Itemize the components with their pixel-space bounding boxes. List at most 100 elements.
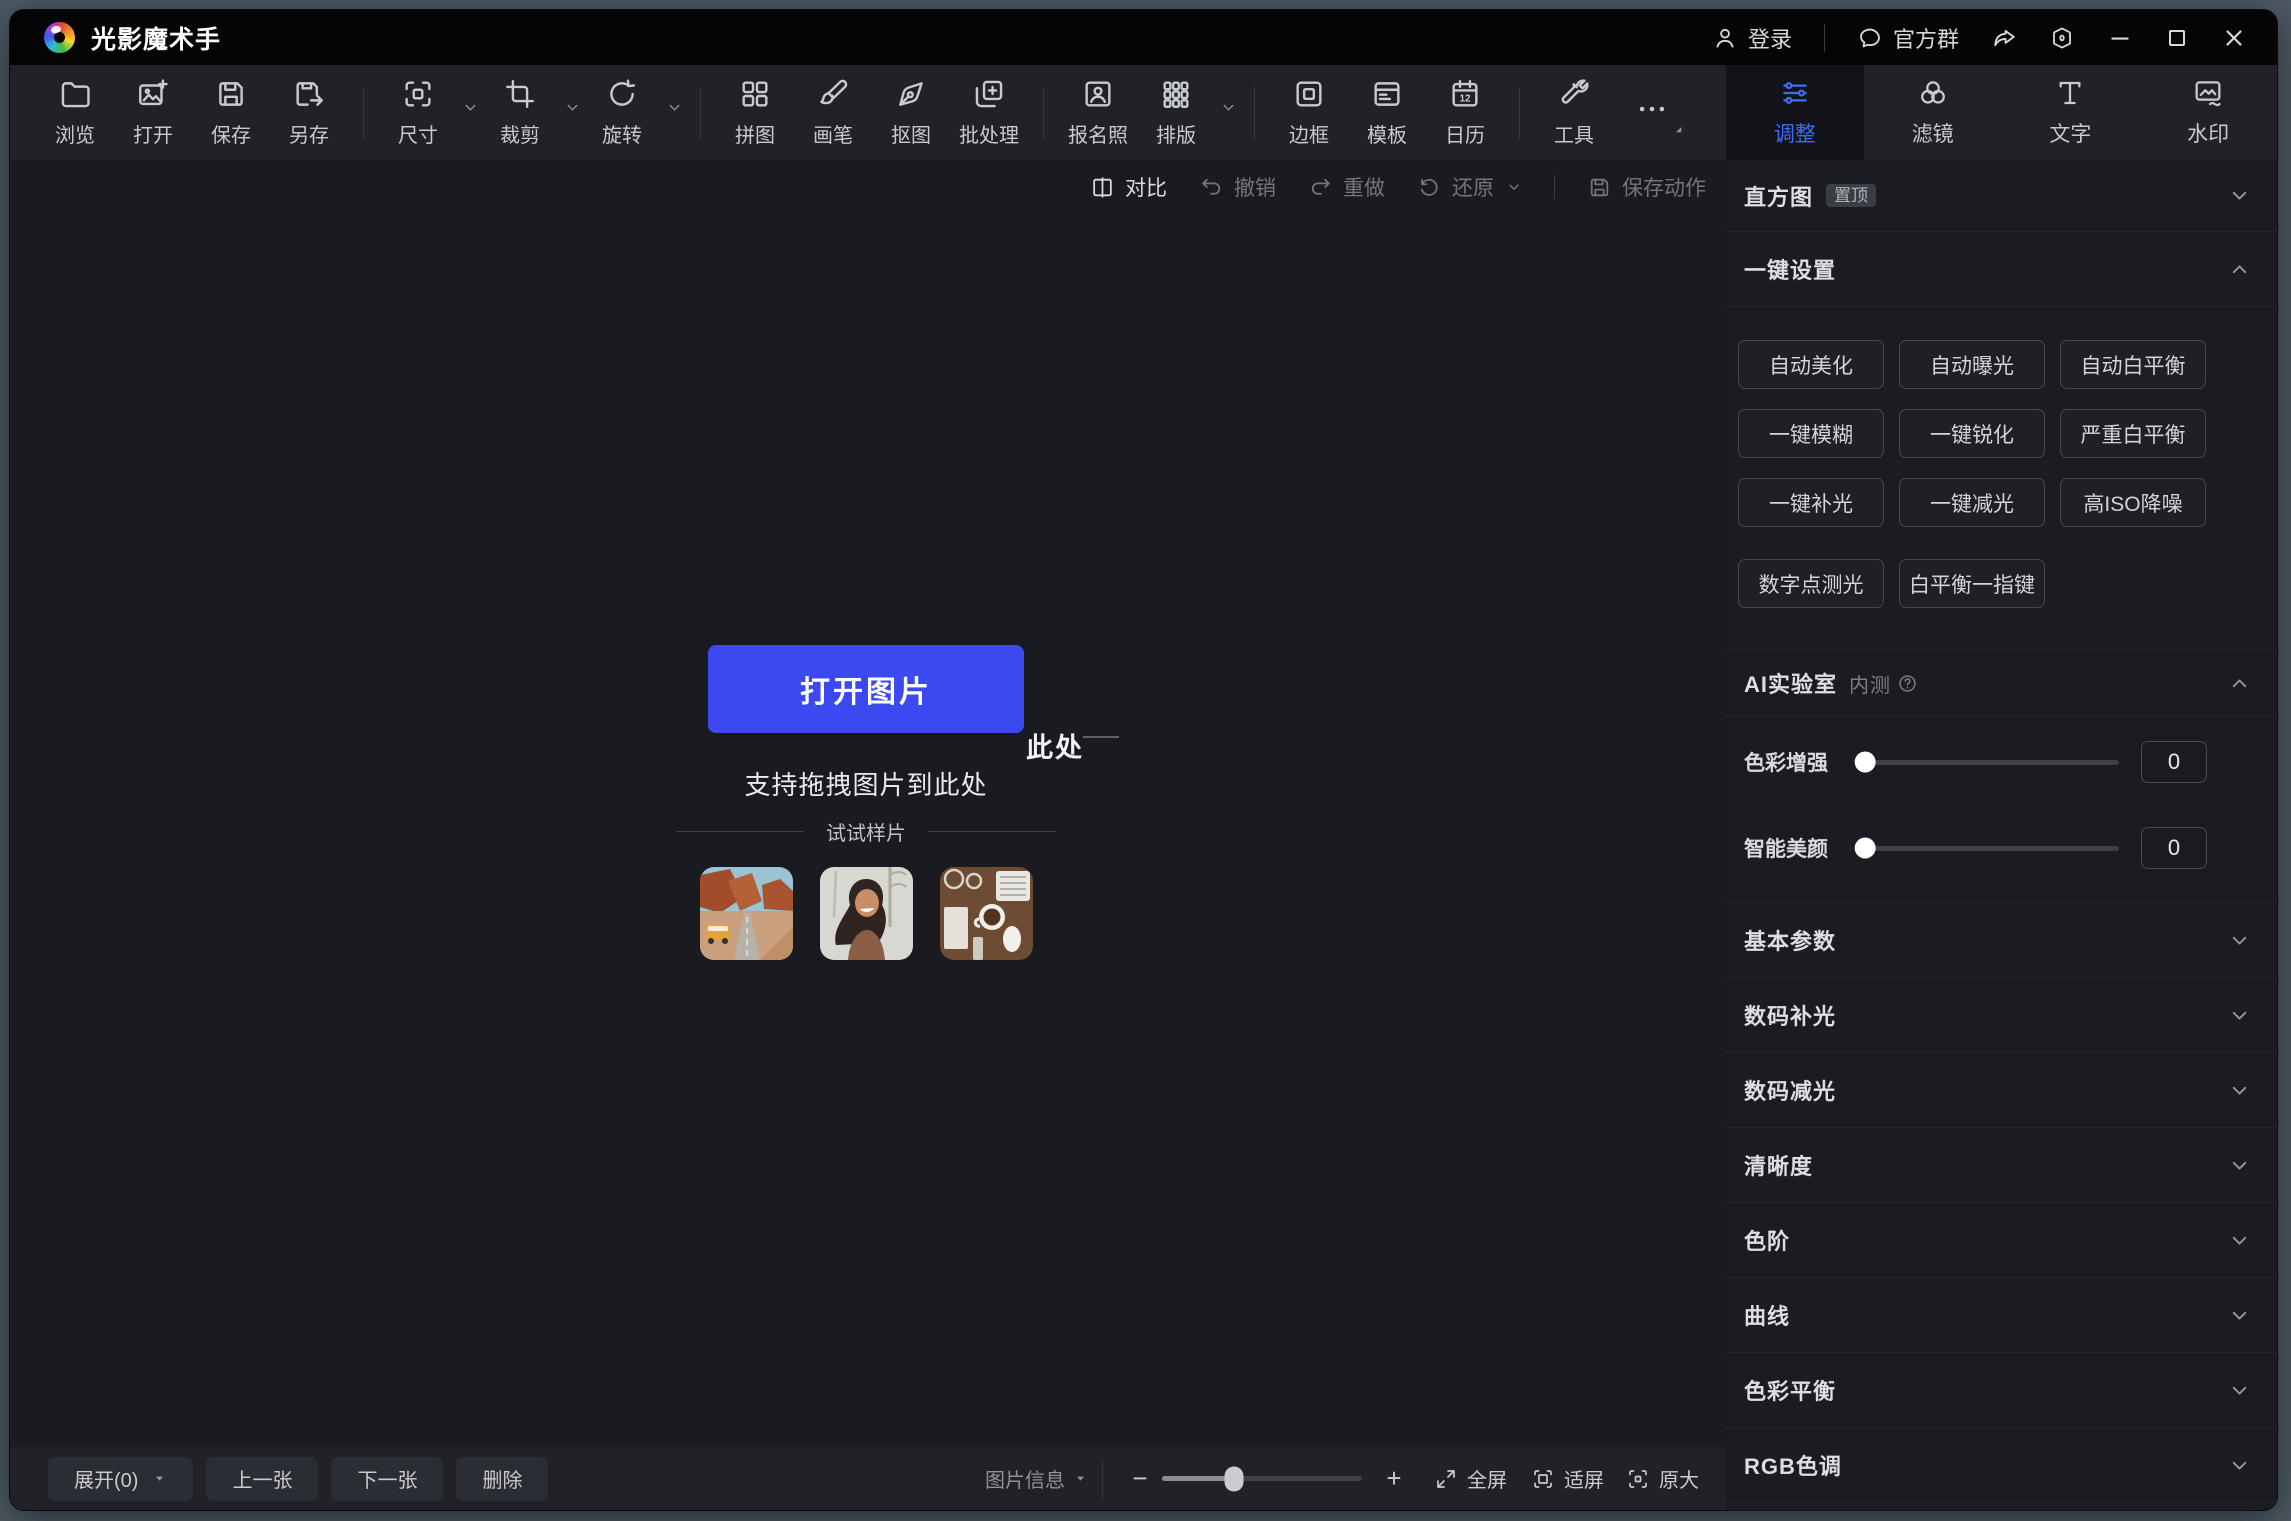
color-enhance-slider[interactable] — [1862, 760, 2119, 765]
auto-white-balance-button[interactable]: 自动白平衡 — [2060, 340, 2206, 389]
chevron-up-icon[interactable] — [2228, 672, 2251, 695]
chevron-down-icon[interactable] — [666, 99, 683, 116]
login-button[interactable]: 登录 — [1712, 22, 1792, 54]
official-group-button[interactable]: 官方群 — [1857, 22, 1959, 54]
toolbar-size-button[interactable]: 尺寸 — [379, 77, 457, 148]
toolbar-tools-button[interactable]: 工具 — [1535, 77, 1613, 148]
auto-exposure-button[interactable]: 自动曝光 — [1899, 340, 2045, 389]
auto-beautify-button[interactable]: 自动美化 — [1738, 340, 1884, 389]
toolbar-crop-button[interactable]: 裁剪 — [481, 77, 559, 148]
save-action-button[interactable]: 保存动作 — [1587, 172, 1706, 202]
toolbar-cutout-button[interactable]: 抠图 — [872, 77, 950, 148]
chevron-down-icon[interactable] — [2228, 184, 2251, 207]
one-key-sharpen-button[interactable]: 一键锐化 — [1899, 409, 2045, 458]
toolbar-more-button[interactable] — [1613, 92, 1691, 134]
severe-white-balance-button[interactable]: 严重白平衡 — [2060, 409, 2206, 458]
previous-image-button[interactable]: 上一张 — [206, 1457, 318, 1501]
next-image-button[interactable]: 下一张 — [331, 1457, 443, 1501]
toolbar-batch-button[interactable]: 批处理 — [950, 77, 1028, 148]
chevron-down-icon[interactable] — [1506, 179, 1522, 195]
zoom-slider[interactable] — [1162, 1476, 1362, 1481]
toolbar-save-button[interactable]: 保存 — [192, 77, 270, 148]
original-size-button[interactable]: 原大 — [1626, 1464, 1699, 1493]
compare-button[interactable]: 对比 — [1090, 172, 1167, 202]
image-info-button[interactable]: 图片信息 — [985, 1464, 1088, 1493]
fullscreen-icon — [1434, 1467, 1458, 1491]
close-button[interactable] — [2221, 25, 2247, 51]
toolbar-layout-button[interactable]: 排版 — [1137, 77, 1215, 148]
sample-desert-van[interactable] — [700, 867, 793, 960]
share-icon[interactable] — [1991, 25, 2017, 51]
one-key-blur-button[interactable]: 一键模糊 — [1738, 409, 1884, 458]
zoom-slider-handle[interactable] — [1225, 1466, 1244, 1491]
maximize-button[interactable] — [2165, 26, 2189, 50]
toolbar-browse-button[interactable]: 浏览 — [36, 77, 114, 148]
color-enhance-value[interactable]: 0 — [2141, 741, 2207, 783]
open-image-button[interactable]: 打开图片 — [708, 645, 1024, 733]
chevron-down-icon[interactable] — [2228, 1304, 2251, 1327]
settings-icon[interactable] — [2049, 25, 2075, 51]
chevron-down-icon[interactable] — [2228, 1229, 2251, 1252]
toolbar-label: 旋转 — [602, 119, 642, 148]
chevron-down-icon[interactable] — [2228, 1379, 2251, 1402]
tab-adjust[interactable]: 调整 — [1726, 65, 1864, 160]
white-balance-one-key-button[interactable]: 白平衡一指键 — [1899, 559, 2045, 608]
histogram-section-header[interactable]: 直方图 置顶 — [1726, 160, 2277, 232]
chevron-down-icon[interactable] — [2228, 1079, 2251, 1102]
high-iso-denoise-button[interactable]: 高ISO降噪 — [2060, 478, 2206, 527]
chevron-down-icon[interactable] — [2228, 1004, 2251, 1027]
toolbar-calendar-button[interactable]: 12日历 — [1426, 77, 1504, 148]
delete-image-button[interactable]: 删除 — [456, 1457, 548, 1501]
section-header-digital-fill-light[interactable]: 数码补光 — [1726, 978, 2277, 1053]
one-key-section-header[interactable]: 一键设置 — [1726, 232, 2277, 307]
zoom-in-button[interactable]: + — [1382, 1463, 1406, 1494]
pen-nib-icon — [894, 77, 928, 111]
section-header-rgb-tone[interactable]: RGB色调 — [1726, 1428, 2277, 1503]
chevron-down-icon[interactable] — [1220, 99, 1237, 116]
fit-screen-button[interactable]: 适屏 — [1531, 1464, 1604, 1493]
zoom-out-button[interactable]: − — [1128, 1463, 1152, 1494]
tab-watermark[interactable]: 水印 — [2139, 65, 2277, 160]
tab-filter[interactable]: 滤镜 — [1864, 65, 2002, 160]
sample-portrait-woman[interactable] — [820, 867, 913, 960]
section-header-digital-reduce-light[interactable]: 数码减光 — [1726, 1053, 2277, 1128]
section-header-basic-params[interactable]: 基本参数 — [1726, 903, 2277, 978]
section-header-clarity[interactable]: 清晰度 — [1726, 1128, 2277, 1203]
color-enhance-slider-handle[interactable] — [1855, 752, 1876, 773]
smart-beauty-value[interactable]: 0 — [2141, 827, 2207, 869]
chevron-down-icon[interactable] — [462, 99, 479, 116]
undo-button[interactable]: 撤销 — [1199, 172, 1276, 202]
redo-button[interactable]: 重做 — [1308, 172, 1385, 202]
smart-beauty-slider[interactable] — [1862, 846, 2119, 851]
chevron-down-icon[interactable] — [2228, 929, 2251, 952]
ai-lab-section-header[interactable]: AI实验室 内测 — [1726, 650, 2277, 717]
toolbar-brush-button[interactable]: 画笔 — [794, 77, 872, 148]
chevron-down-icon[interactable] — [564, 99, 581, 116]
toolbar-border-button[interactable]: 边框 — [1270, 77, 1348, 148]
smart-beauty-slider-handle[interactable] — [1855, 838, 1876, 859]
toolbar-collage-button[interactable]: 拼图 — [716, 77, 794, 148]
expand-thumbnails-button[interactable]: 展开(0) — [48, 1457, 193, 1501]
restore-label: 还原 — [1452, 172, 1494, 202]
section-header-color-balance[interactable]: 色彩平衡 — [1726, 1353, 2277, 1428]
toolbar-open-button[interactable]: 打开 — [114, 77, 192, 148]
toolbar-template-button[interactable]: 模板 — [1348, 77, 1426, 148]
toolbar-save-as-button[interactable]: 另存 — [270, 77, 348, 148]
titlebar: 光影魔术手 登录 官方群 — [10, 10, 2277, 65]
toolbar-rotate-button[interactable]: 旋转 — [583, 77, 661, 148]
restore-button[interactable]: 还原 — [1417, 172, 1522, 202]
sample-desk-flatlay[interactable] — [940, 867, 1033, 960]
one-key-fill-light-button[interactable]: 一键补光 — [1738, 478, 1884, 527]
digital-spot-metering-button[interactable]: 数字点测光 — [1738, 559, 1884, 608]
section-header-curves[interactable]: 曲线 — [1726, 1278, 2277, 1353]
minimize-button[interactable] — [2107, 25, 2133, 51]
fullscreen-button[interactable]: 全屏 — [1434, 1464, 1507, 1493]
tab-text[interactable]: 文字 — [2002, 65, 2140, 160]
chevron-up-icon[interactable] — [2228, 258, 2251, 281]
chevron-down-icon[interactable] — [2228, 1454, 2251, 1477]
toolbar-id-photo-button[interactable]: 报名照 — [1059, 77, 1137, 148]
one-key-reduce-light-button[interactable]: 一键减光 — [1899, 478, 2045, 527]
chevron-down-icon[interactable] — [2228, 1154, 2251, 1177]
section-header-levels[interactable]: 色阶 — [1726, 1203, 2277, 1278]
help-icon[interactable] — [1897, 673, 1918, 694]
